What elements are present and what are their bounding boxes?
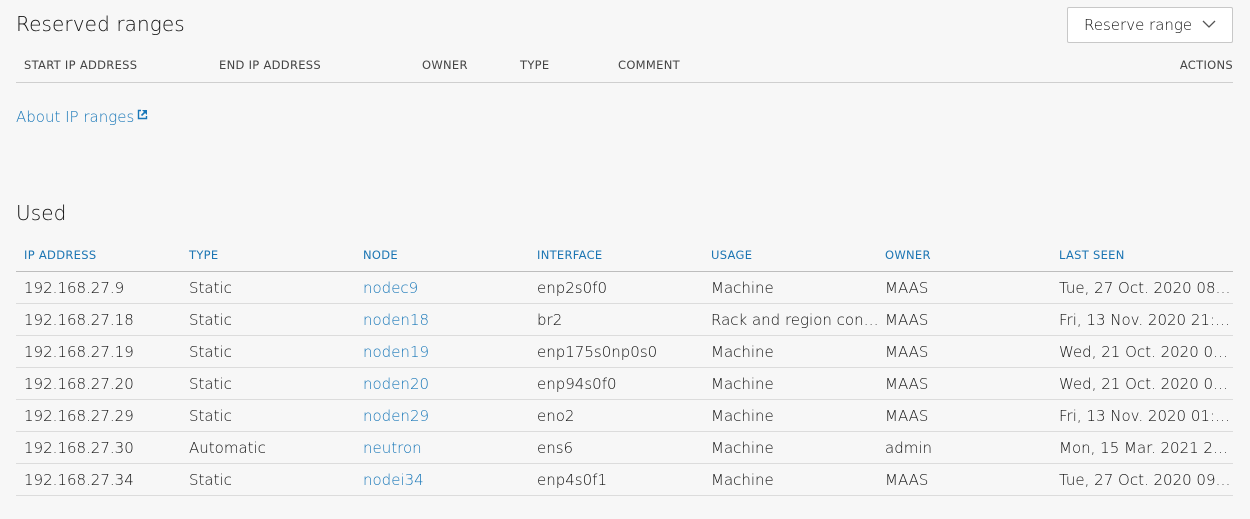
- column-comment: COMMENT: [618, 58, 680, 72]
- ip-cell: 192.168.27.18: [24, 311, 134, 329]
- node-link[interactable]: noden18: [363, 311, 429, 329]
- used-table-header: IP ADDRESS TYPE NODE INTERFACE USAGE OWN…: [16, 248, 1233, 272]
- interface-cell: enp175s0np0s0: [537, 343, 658, 361]
- reserved-ranges-table-header: START IP ADDRESS END IP ADDRESS OWNER TY…: [16, 58, 1233, 83]
- usage-cell: Machine: [711, 439, 774, 457]
- owner-cell: MAAS: [885, 343, 929, 361]
- about-ip-ranges-link[interactable]: About IP ranges: [16, 108, 148, 126]
- column-type[interactable]: TYPE: [520, 58, 549, 72]
- owner-cell: MAAS: [885, 311, 929, 329]
- interface-cell: enp4s0f1: [537, 471, 607, 489]
- owner-cell: MAAS: [885, 279, 929, 297]
- ip-cell: 192.168.27.29: [24, 407, 134, 425]
- reserved-ranges-title: Reserved ranges: [16, 12, 185, 36]
- reserve-range-button[interactable]: Reserve range: [1067, 7, 1233, 43]
- node-link[interactable]: nodei34: [363, 471, 424, 489]
- node-link[interactable]: noden19: [363, 343, 429, 361]
- node-link[interactable]: noden29: [363, 407, 429, 425]
- type-cell: Automatic: [189, 439, 266, 457]
- type-cell: Static: [189, 343, 232, 361]
- table-row: 192.168.27.34 Static nodei34 enp4s0f1 Ma…: [16, 464, 1233, 496]
- column-owner[interactable]: OWNER: [422, 58, 468, 72]
- type-cell: Static: [189, 311, 232, 329]
- last-seen-cell: Fri, 13 Nov. 2020 21:3…: [1059, 311, 1233, 329]
- interface-cell: enp94s0f0: [537, 375, 617, 393]
- column-interface[interactable]: INTERFACE: [537, 248, 603, 262]
- usage-cell: Machine: [711, 343, 774, 361]
- type-cell: Static: [189, 471, 232, 489]
- ip-cell: 192.168.27.34: [24, 471, 134, 489]
- usage-cell: Machine: [711, 375, 774, 393]
- chevron-down-icon: [1202, 20, 1216, 28]
- column-ip-address[interactable]: IP ADDRESS: [24, 248, 96, 262]
- column-type[interactable]: TYPE: [189, 248, 218, 262]
- column-last-seen[interactable]: LAST SEEN: [1059, 248, 1233, 262]
- interface-cell: ens6: [537, 439, 574, 457]
- interface-cell: br2: [537, 311, 563, 329]
- table-row: 192.168.27.9 Static nodec9 enp2s0f0 Mach…: [16, 272, 1233, 304]
- type-cell: Static: [189, 407, 232, 425]
- table-row: 192.168.27.19 Static noden19 enp175s0np0…: [16, 336, 1233, 368]
- ip-cell: 192.168.27.9: [24, 279, 125, 297]
- last-seen-cell: Fri, 13 Nov. 2020 01:0…: [1059, 407, 1233, 425]
- ip-cell: 192.168.27.19: [24, 343, 134, 361]
- node-link[interactable]: noden20: [363, 375, 429, 393]
- node-link[interactable]: neutron: [363, 439, 422, 457]
- used-title: Used: [16, 201, 67, 225]
- last-seen-cell: Tue, 27 Oct. 2020 09:…: [1059, 471, 1233, 489]
- last-seen-cell: Tue, 27 Oct. 2020 08:…: [1059, 279, 1233, 297]
- usage-cell: Machine: [711, 407, 774, 425]
- owner-cell: MAAS: [885, 407, 929, 425]
- table-row: 192.168.27.30 Automatic neutron ens6 Mac…: [16, 432, 1233, 464]
- type-cell: Static: [189, 279, 232, 297]
- column-start-ip[interactable]: START IP ADDRESS: [24, 58, 137, 72]
- last-seen-cell: Mon, 15 Mar. 2021 23…: [1059, 439, 1233, 457]
- owner-cell: MAAS: [885, 375, 929, 393]
- usage-cell: Machine: [711, 279, 774, 297]
- owner-cell: admin: [885, 439, 932, 457]
- interface-cell: enp2s0f0: [537, 279, 607, 297]
- column-actions: ACTIONS: [1179, 58, 1233, 72]
- table-row: 192.168.27.18 Static noden18 br2 Rack an…: [16, 304, 1233, 336]
- external-link-icon: [138, 109, 148, 120]
- table-row: 192.168.27.20 Static noden20 enp94s0f0 M…: [16, 368, 1233, 400]
- usage-cell: Machine: [711, 471, 774, 489]
- used-table-body: 192.168.27.9 Static nodec9 enp2s0f0 Mach…: [16, 272, 1233, 496]
- interface-cell: eno2: [537, 407, 575, 425]
- ip-cell: 192.168.27.20: [24, 375, 134, 393]
- usage-cell: Rack and region cont…: [711, 311, 879, 329]
- reserve-range-label: Reserve range: [1084, 16, 1193, 34]
- last-seen-cell: Wed, 21 Oct. 2020 00…: [1059, 343, 1233, 361]
- about-ip-ranges-label: About IP ranges: [16, 108, 135, 126]
- node-link[interactable]: nodec9: [363, 279, 418, 297]
- owner-cell: MAAS: [885, 471, 929, 489]
- type-cell: Static: [189, 375, 232, 393]
- ip-cell: 192.168.27.30: [24, 439, 134, 457]
- column-owner[interactable]: OWNER: [885, 248, 931, 262]
- column-node[interactable]: NODE: [363, 248, 398, 262]
- last-seen-cell: Wed, 21 Oct. 2020 00…: [1059, 375, 1233, 393]
- column-end-ip[interactable]: END IP ADDRESS: [219, 58, 321, 72]
- column-usage[interactable]: USAGE: [711, 248, 879, 262]
- table-row: 192.168.27.29 Static noden29 eno2 Machin…: [16, 400, 1233, 432]
